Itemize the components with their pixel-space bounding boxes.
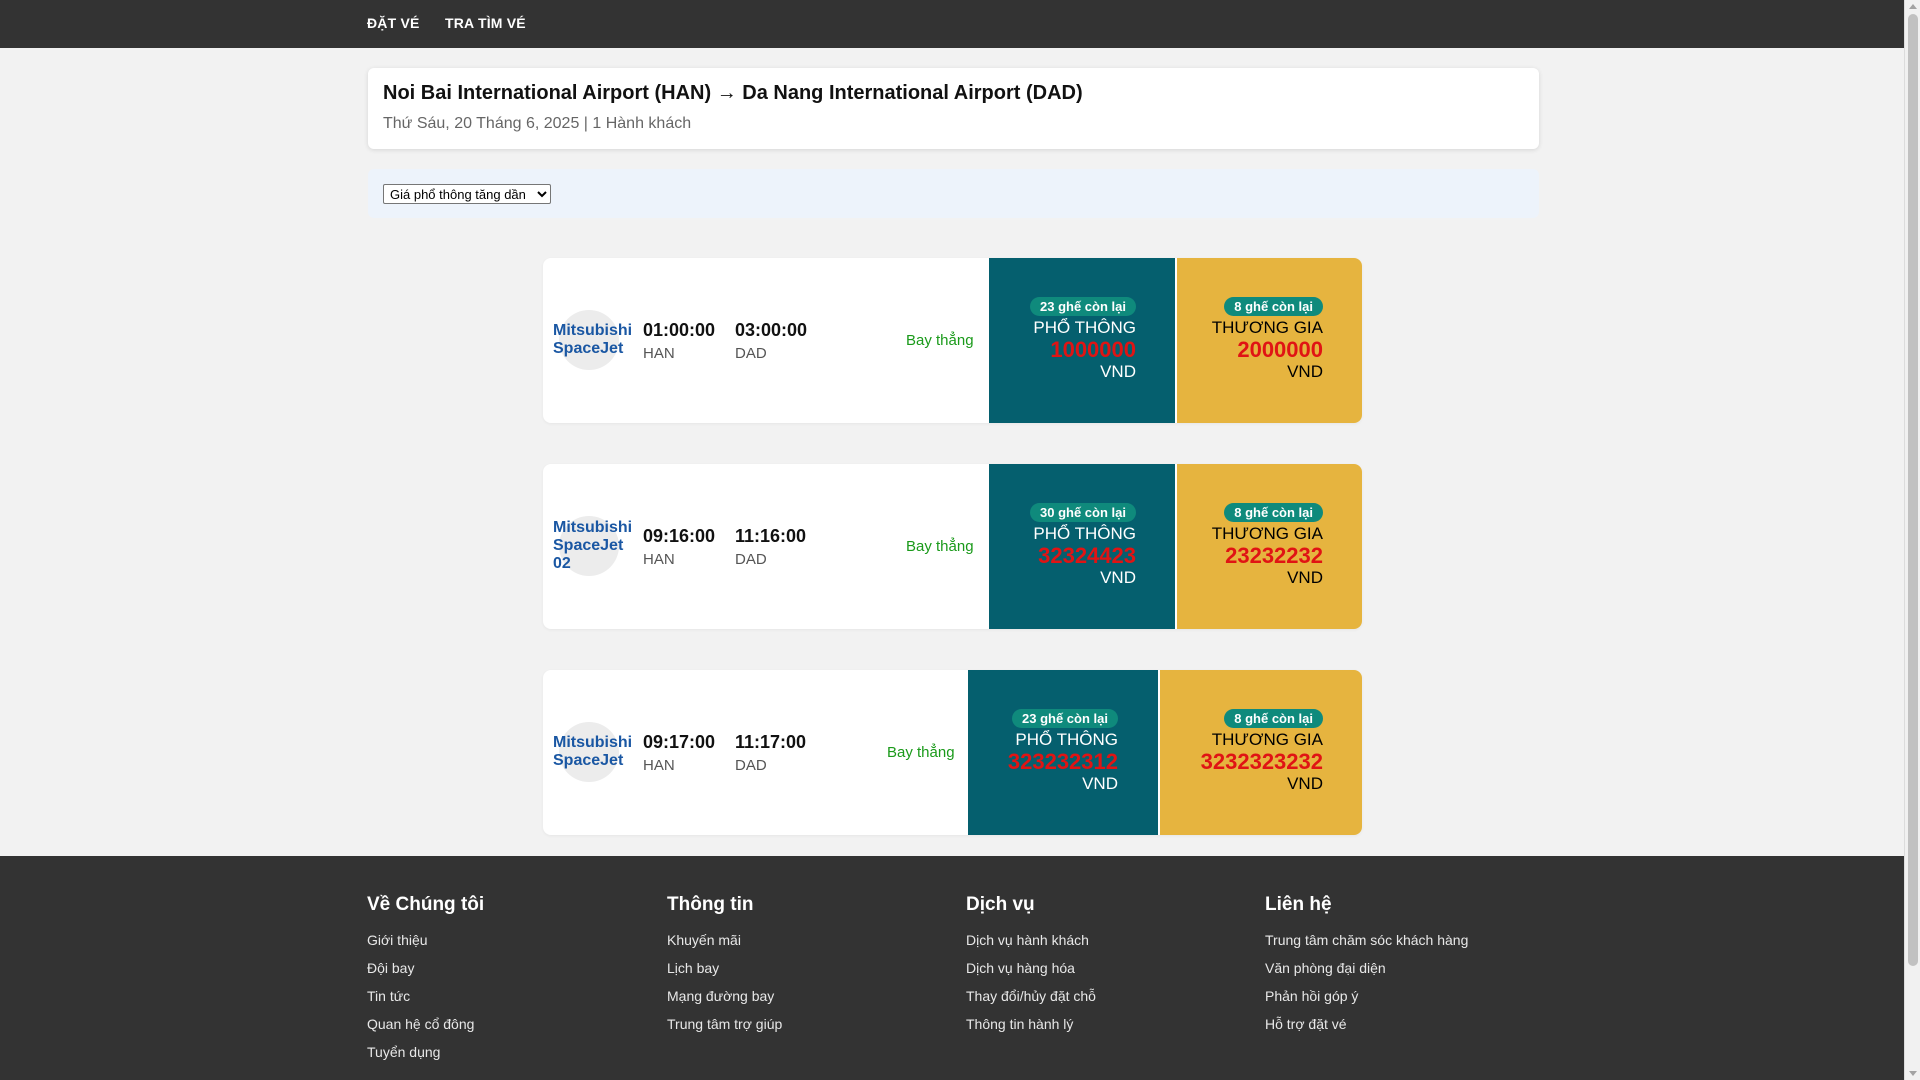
route-title: Noi Bai International Airport (HAN) → Da…: [383, 82, 1083, 104]
footer-link[interactable]: Mạng đường bay: [667, 988, 782, 1016]
fare-price: 323232312: [1007, 749, 1118, 774]
fare-price: 1000000: [1050, 337, 1136, 362]
fare-class-label: PHỔ THÔNG: [1015, 730, 1118, 749]
scroll-up-arrow-icon[interactable]: [1909, 4, 1917, 9]
route-subtitle: Thứ Sáu, 20 Tháng 6, 2025 | 1 Hành khách: [383, 115, 692, 132]
footer-link[interactable]: Tuyển dụng: [367, 1044, 484, 1072]
footer-link[interactable]: Thay đổi/hủy đặt chỗ: [966, 988, 1096, 1016]
fare-currency: VND: [1100, 568, 1136, 587]
economy-fare-button[interactable]: 30 ghế còn lại PHỔ THÔNG 32324423 VND: [989, 464, 1175, 629]
economy-fare-button[interactable]: 23 ghế còn lại PHỔ THÔNG 323232312 VND: [968, 670, 1158, 835]
footer-link[interactable]: Hỗ trợ đặt vé: [1265, 1016, 1468, 1044]
seats-left-badge: 23 ghế còn lại: [1012, 709, 1118, 728]
footer-column-contact: Liên hệ Trung tâm chăm sóc khách hàng Vă…: [1265, 894, 1468, 1044]
depart-time: 09:16:00: [643, 526, 716, 546]
arrive-airport: DAD: [735, 757, 767, 774]
fare-currency: VND: [1287, 774, 1323, 793]
footer-heading: Về Chúng tôi: [367, 894, 485, 915]
fare-currency: VND: [1082, 774, 1118, 793]
flight-stops: Bay thẳng: [906, 332, 974, 349]
footer-link[interactable]: Quan hệ cổ đông: [367, 1016, 484, 1044]
footer-column-about: Về Chúng tôi Giới thiệu Đội bay Tin tức …: [367, 894, 484, 1072]
sort-bar: Giá phổ thông tăng dần: [368, 169, 1539, 218]
arrive-airport: DAD: [735, 551, 767, 568]
footer-link[interactable]: Tin tức: [367, 988, 484, 1016]
business-fare-button[interactable]: 8 ghế còn lại THƯƠNG GIA 3232323232 VND: [1160, 670, 1362, 835]
economy-fare-button[interactable]: 23 ghế còn lại PHỔ THÔNG 1000000 VND: [989, 258, 1175, 423]
seats-left-badge: 8 ghế còn lại: [1224, 503, 1323, 522]
depart-time: 01:00:00: [643, 320, 716, 340]
seats-left-badge: 23 ghế còn lại: [1030, 297, 1136, 316]
flight-card[interactable]: Mitsubishi SpaceJet 09:17:00 HAN 11:17:0…: [543, 670, 1362, 835]
footer-link[interactable]: Dịch vụ hành khách: [966, 932, 1096, 960]
fare-price: 2000000: [1237, 337, 1323, 362]
arrive-time: 11:17:00: [735, 732, 807, 752]
fare-price: 32324423: [1038, 543, 1136, 568]
business-fare-button[interactable]: 8 ghế còn lại THƯƠNG GIA 2000000 VND: [1177, 258, 1362, 423]
footer-link[interactable]: Văn phòng đại diện: [1265, 960, 1468, 988]
page-scrollbar[interactable]: [1904, 0, 1920, 1080]
airline-name: Mitsubishi SpaceJet 02: [553, 519, 633, 572]
footer-heading: Dịch vụ: [966, 894, 1035, 915]
nav-book-ticket[interactable]: ĐẶT VÉ: [367, 15, 420, 31]
seats-left-badge: 30 ghế còn lại: [1030, 503, 1136, 522]
fare-price: 23232232: [1225, 543, 1323, 568]
route-summary-card: Noi Bai International Airport (HAN) → Da…: [368, 68, 1539, 149]
airline-name: Mitsubishi SpaceJet: [553, 322, 633, 357]
depart-time: 09:17:00: [643, 732, 716, 752]
nav-search-ticket[interactable]: TRA TÌM VÉ: [445, 15, 526, 31]
footer-link[interactable]: Phản hồi góp ý: [1265, 988, 1468, 1016]
flight-card[interactable]: Mitsubishi SpaceJet 01:00:00 HAN 03:00:0…: [543, 258, 1362, 423]
footer-link[interactable]: Dịch vụ hàng hóa: [966, 960, 1096, 988]
fare-class-label: THƯƠNG GIA: [1211, 318, 1323, 337]
fare-currency: VND: [1100, 362, 1136, 381]
footer: Về Chúng tôi Giới thiệu Đội bay Tin tức …: [0, 856, 1904, 1080]
fare-class-label: THƯƠNG GIA: [1211, 730, 1323, 749]
fare-class-label: PHỔ THÔNG: [1033, 318, 1136, 337]
depart-airport: HAN: [643, 345, 675, 362]
footer-link[interactable]: Lịch bay: [667, 960, 782, 988]
scrollbar-thumb[interactable]: [1908, 14, 1918, 966]
footer-link[interactable]: Giới thiệu: [367, 932, 484, 960]
scroll-down-arrow-icon[interactable]: [1909, 1071, 1917, 1076]
footer-heading: Liên hệ: [1265, 894, 1332, 915]
fare-price: 3232323232: [1200, 749, 1323, 774]
flight-card[interactable]: Mitsubishi SpaceJet 02 09:16:00 HAN 11:1…: [543, 464, 1362, 629]
footer-link[interactable]: Khuyến mãi: [667, 932, 782, 960]
fare-currency: VND: [1287, 362, 1323, 381]
flight-stops: Bay thẳng: [906, 538, 974, 555]
sort-select[interactable]: Giá phổ thông tăng dần: [383, 184, 551, 204]
footer-link[interactable]: Đội bay: [367, 960, 484, 988]
footer-link[interactable]: Trung tâm chăm sóc khách hàng: [1265, 932, 1468, 960]
footer-link[interactable]: Trung tâm trợ giúp: [667, 1016, 782, 1044]
footer-heading: Thông tin: [667, 894, 754, 915]
depart-airport: HAN: [643, 551, 675, 568]
arrive-time: 03:00:00: [735, 320, 808, 340]
fare-class-label: THƯƠNG GIA: [1211, 524, 1323, 543]
footer-column-info: Thông tin Khuyến mãi Lịch bay Mạng đường…: [667, 894, 782, 1044]
seats-left-badge: 8 ghế còn lại: [1224, 297, 1323, 316]
top-navbar: ĐẶT VÉ TRA TÌM VÉ: [0, 0, 1904, 48]
depart-airport: HAN: [643, 757, 675, 774]
fare-class-label: PHỔ THÔNG: [1033, 524, 1136, 543]
fare-currency: VND: [1287, 568, 1323, 587]
seats-left-badge: 8 ghế còn lại: [1224, 709, 1323, 728]
footer-link[interactable]: Thông tin hành lý: [966, 1016, 1096, 1044]
arrive-time: 11:16:00: [735, 526, 807, 546]
arrive-airport: DAD: [735, 345, 767, 362]
footer-column-services: Dịch vụ Dịch vụ hành khách Dịch vụ hàng …: [966, 894, 1096, 1044]
airline-name: Mitsubishi SpaceJet: [553, 734, 633, 769]
business-fare-button[interactable]: 8 ghế còn lại THƯƠNG GIA 23232232 VND: [1177, 464, 1362, 629]
flight-stops: Bay thẳng: [887, 744, 955, 761]
